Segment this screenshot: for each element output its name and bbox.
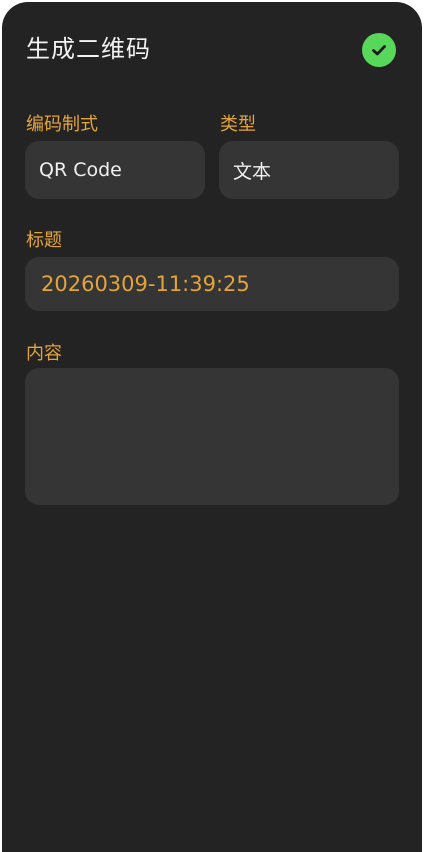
format-select[interactable]: QR Code: [25, 141, 205, 199]
format-label: 编码制式: [26, 114, 98, 135]
page-title: 生成二维码: [26, 35, 151, 63]
title-input[interactable]: 20260309-11:39:25: [25, 257, 399, 311]
type-label: 类型: [220, 114, 256, 135]
type-value: 文本: [233, 160, 272, 183]
generate-qr-sheet: 生成二维码 编码制式 类型 QR Code 文本 标题 20260309-11:…: [2, 2, 422, 852]
confirm-button[interactable]: [362, 33, 396, 67]
type-select[interactable]: 文本: [219, 141, 399, 199]
content-textarea[interactable]: [25, 368, 399, 505]
format-value: QR Code: [39, 159, 122, 181]
check-icon: [372, 45, 386, 56]
title-input-value: 20260309-11:39:25: [41, 272, 250, 296]
content-label: 内容: [26, 343, 62, 364]
title-label: 标题: [26, 230, 62, 251]
